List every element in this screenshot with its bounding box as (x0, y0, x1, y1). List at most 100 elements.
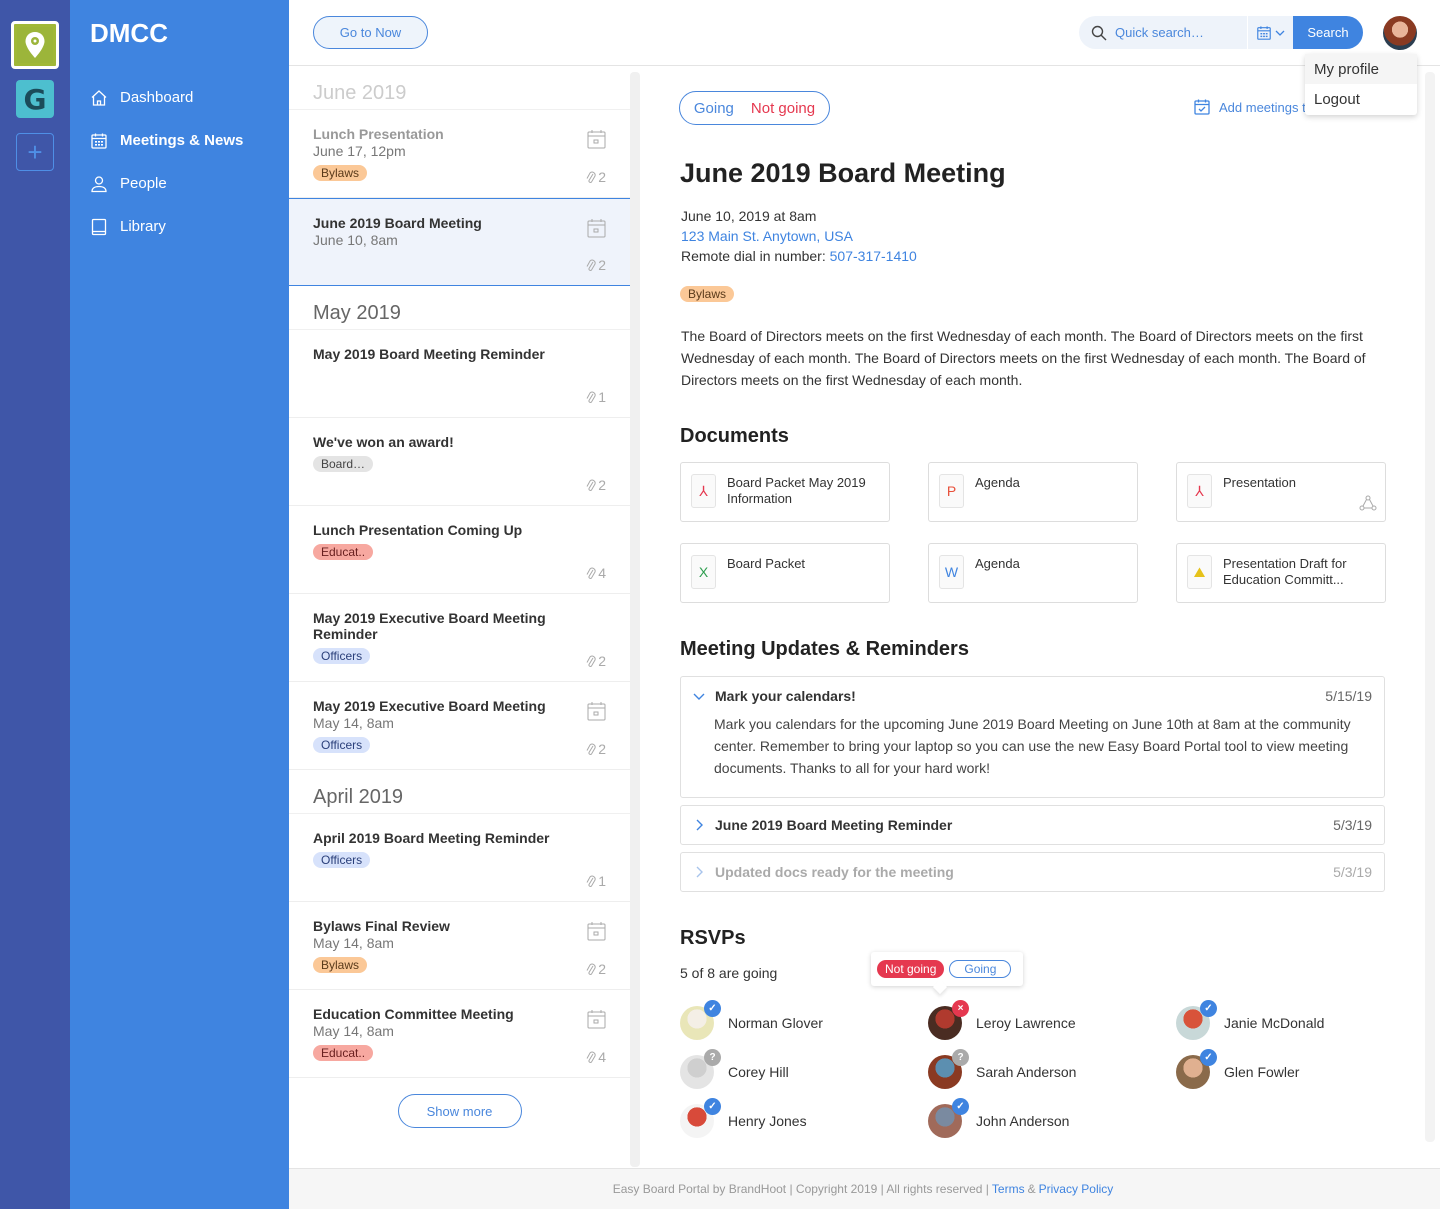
add-to-calendar-button[interactable] (587, 921, 606, 946)
list-item[interactable]: Bylaws Final Review May 14, 8am Bylaws 2 (289, 902, 630, 990)
attachment-count-value: 4 (598, 565, 606, 581)
update-header[interactable]: June 2019 Board Meeting Reminder 5/3/19 (693, 806, 1372, 844)
show-more-button[interactable]: Show more (397, 1094, 522, 1128)
search-button[interactable]: Search (1293, 16, 1363, 49)
item-tag[interactable]: Educat.. (313, 544, 374, 560)
add-calendar-label: Add meetings to (1219, 99, 1313, 115)
avatar: ? (928, 1049, 969, 1089)
rsvp-person[interactable]: × Leroy Lawrence (928, 1000, 1176, 1040)
check-icon[interactable]: ✓ (1200, 1049, 1217, 1066)
calendar-icon (587, 922, 606, 941)
meetings-list: June 2019 Lunch Presentation June 17, 12pm… (289, 66, 630, 1168)
rsvp-count: 5 of 8 are going (680, 965, 778, 981)
add-to-calendar-button[interactable] (587, 701, 606, 726)
item-tag[interactable]: Educat.. (313, 1045, 374, 1061)
list-item[interactable]: June 2019 Board Meeting June 10, 8am 2 (289, 198, 630, 286)
paperclip-icon (586, 743, 596, 755)
item-date: June 10, 8am (313, 232, 398, 248)
item-tag[interactable]: Officers (313, 648, 371, 664)
quick-search: Quick search… Search (1079, 16, 1363, 49)
attachment-count-value: 2 (598, 477, 606, 493)
date-filter-dropdown[interactable] (1247, 16, 1293, 49)
dial-number-link[interactable]: 507-317-1410 (830, 248, 917, 264)
document-card[interactable]: P Agenda (928, 462, 1138, 522)
list-item[interactable]: May 2019 Executive Board Meeting Reminde… (289, 594, 630, 682)
org-dmcc-button[interactable] (11, 21, 59, 69)
check-icon[interactable]: ✓ (952, 1098, 969, 1115)
popup-going-button[interactable]: Going (949, 960, 1012, 978)
add-to-calendar-button[interactable] (587, 129, 606, 154)
meeting-tag[interactable]: Bylaws (680, 286, 735, 302)
document-name: Agenda (975, 475, 1020, 490)
question-icon[interactable]: ? (952, 1049, 969, 1066)
detail-scrollbar[interactable] (1425, 72, 1435, 1142)
attachment-count: 2 (586, 741, 606, 757)
popup-not-going-button[interactable]: Not going (877, 960, 945, 978)
rsvp-person[interactable]: ? Corey Hill (680, 1049, 928, 1089)
item-tag[interactable]: Officers (313, 852, 371, 868)
user-avatar[interactable] (1383, 16, 1417, 50)
document-card[interactable]: ⛰ Presentation Draft for Education Commit… (1176, 543, 1386, 603)
person-name: Norman Glover (728, 1015, 823, 1031)
list-item[interactable]: April 2019 Board Meeting Reminder Officer… (289, 814, 630, 902)
sidebar-item-dashboard[interactable]: Dashboard (90, 76, 280, 119)
check-icon[interactable]: ✓ (704, 1098, 721, 1115)
update-header[interactable]: Mark your calendars! 5/15/19 (693, 677, 1372, 715)
rsvp-person[interactable]: ✓ Norman Glover (680, 1000, 928, 1040)
item-tag[interactable]: Bylaws (313, 957, 368, 973)
list-item[interactable]: May 2019 Board Meeting Reminder 1 (289, 330, 630, 418)
share-icon[interactable] (1359, 495, 1377, 515)
add-to-calendar-button[interactable] (587, 1009, 606, 1034)
paperclip-icon (586, 259, 596, 271)
rsvp-person[interactable]: ✓ John Anderson (928, 1098, 1176, 1138)
list-item[interactable]: Lunch Presentation June 17, 12pm Bylaws 2 (289, 110, 630, 198)
org-g-button[interactable]: G (16, 80, 54, 118)
sidebar-item-meetings-news[interactable]: Meetings & News (90, 119, 280, 162)
rsvp-person[interactable]: ✓ Henry Jones (680, 1098, 928, 1138)
terms-link[interactable]: Terms (992, 1182, 1025, 1196)
list-item[interactable]: We've won an award! Board… 2 (289, 418, 630, 506)
add-org-button[interactable]: + (16, 133, 54, 171)
update-header[interactable]: Updated docs ready for the meeting 5/3/19 (693, 853, 1372, 891)
menu-item-logout[interactable]: Logout (1305, 84, 1417, 114)
check-icon[interactable]: ✓ (1200, 1000, 1217, 1017)
menu-item-my-profile[interactable]: My profile (1305, 54, 1417, 84)
document-card[interactable]: W Agenda (928, 543, 1138, 603)
privacy-policy-link[interactable]: Privacy Policy (1039, 1182, 1114, 1196)
rsvp-person[interactable]: ? Sarah Anderson (928, 1049, 1176, 1089)
sidebar-item-people[interactable]: People (90, 162, 280, 205)
item-tag[interactable]: Board… (313, 456, 374, 472)
list-scrollbar[interactable] (630, 72, 640, 1167)
add-to-calendar-button[interactable] (587, 218, 606, 243)
rsvp-going-button[interactable]: Going (694, 100, 734, 117)
attachment-count-value: 2 (598, 961, 606, 977)
sidebar-item-label: People (120, 175, 167, 192)
go-to-now-button[interactable]: Go to Now (313, 16, 428, 49)
month-header: May 2019 (289, 286, 630, 330)
map-pin-logo-icon (17, 27, 53, 63)
add-to-calendar-link[interactable]: Add meetings to (1193, 98, 1313, 116)
rsvp-not-going-button[interactable]: Not going (751, 100, 815, 117)
document-name: Board Packet (727, 556, 806, 571)
item-tag[interactable]: Bylaws (313, 165, 368, 181)
rsvp-person[interactable]: ✓ Janie McDonald (1176, 1000, 1385, 1040)
list-item[interactable]: May 2019 Executive Board Meeting May 14, … (289, 682, 630, 770)
meeting-address-link[interactable]: 123 Main St. Anytown, USA (681, 228, 853, 244)
question-icon[interactable]: ? (704, 1049, 721, 1066)
check-icon[interactable]: ✓ (704, 1000, 721, 1017)
x-icon[interactable]: × (952, 1000, 969, 1017)
document-card[interactable]: ⅄ Board Packet May 2019 Information (680, 462, 890, 522)
search-input[interactable]: Quick search… (1079, 16, 1247, 49)
document-card[interactable]: ⅄ Presentation (1176, 462, 1386, 522)
item-title: May 2019 Executive Board Meeting (313, 698, 546, 714)
sidebar-item-library[interactable]: Library (90, 205, 280, 248)
paperclip-icon (586, 875, 596, 887)
item-tag[interactable]: Officers (313, 737, 371, 753)
document-card[interactable]: X Board Packet (680, 543, 890, 603)
home-icon (91, 89, 107, 106)
rsvp-person[interactable]: ✓ Glen Fowler (1176, 1049, 1385, 1089)
list-item[interactable]: Education Committee Meeting May 14, 8am Ed… (289, 990, 630, 1078)
attachment-count-value: 2 (598, 169, 606, 185)
documents-grid: ⅄ Board Packet May 2019 Information P Agend… (680, 462, 1386, 603)
list-item[interactable]: Lunch Presentation Coming Up Educat.. 4 (289, 506, 630, 594)
